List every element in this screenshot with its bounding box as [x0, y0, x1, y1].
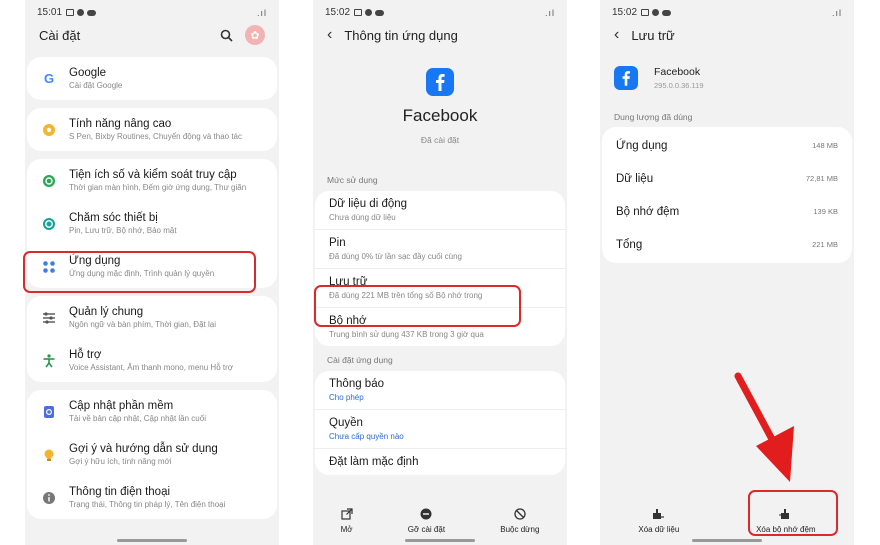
section-app-settings-label: Cài đặt ứng dụng [327, 355, 393, 365]
highlight-storage [314, 285, 521, 327]
status-icons [641, 9, 672, 16]
gallery-icon [641, 9, 650, 16]
messenger-icon [365, 9, 373, 16]
messenger-icon [77, 9, 85, 16]
status-icons [66, 9, 97, 16]
storage-row-data: Dữ liệu 72,81 MB [616, 172, 838, 185]
status-bar: 15:01 .ıl [25, 0, 279, 20]
highlight-apps [23, 251, 256, 293]
back-arrow-icon[interactable]: ‹ [327, 26, 332, 44]
update-icon [41, 404, 57, 420]
info-icon [41, 490, 57, 506]
uninstall-button[interactable]: Gỡ cài đặt [408, 508, 445, 534]
app-status: Đã cài đặt [420, 135, 460, 145]
signal-icon: .ıl [256, 7, 267, 18]
open-icon [340, 508, 353, 520]
gallery-icon [66, 9, 75, 16]
pointer-arrow [734, 372, 794, 482]
settings-header: Cài đặt ✿ [25, 20, 279, 50]
app-version: 295.0.0.36.119 [654, 81, 704, 90]
app-settings-card: Thông báo Cho phép Quyền Chưa cấp quyền nà… [315, 371, 565, 475]
app-name: Facebook [654, 66, 701, 78]
page-title: Cài đặt [39, 27, 81, 43]
sliders-icon [41, 310, 57, 326]
highlight-clear-cache [748, 490, 838, 536]
lightbulb-icon [41, 447, 57, 463]
messenger-icon [652, 9, 660, 16]
search-icon[interactable] [220, 29, 233, 42]
status-time: 15:01 [37, 7, 63, 18]
minus-circle-icon [420, 508, 432, 520]
cloud-icon [375, 9, 385, 16]
settings-item-general[interactable]: Quản lý chung Ngôn ngữ và bàn phím, Thời … [27, 296, 277, 339]
settings-group-advanced: Tính năng nâng cao S Pen, Bixby Routines,… [27, 108, 277, 151]
storage-row-cache: Bộ nhớ đệm 139 KB [616, 205, 838, 218]
settings-item-set-default[interactable]: Đặt làm mặc định [315, 449, 565, 475]
facebook-icon [426, 68, 454, 96]
usage-item-mobile-data[interactable]: Dữ liệu di động Chưa dùng dữ liệu [315, 191, 565, 230]
force-stop-button[interactable]: Buộc dừng [500, 508, 539, 534]
home-indicator [405, 539, 475, 542]
signal-icon: .ıl [544, 7, 555, 18]
accessibility-icon [41, 353, 57, 369]
settings-item-notifications[interactable]: Thông báo Cho phép [315, 371, 565, 410]
cloud-icon [87, 9, 97, 16]
status-bar: 15:02 .ıl [313, 0, 567, 20]
block-icon [514, 508, 526, 520]
status-icons [354, 9, 385, 16]
storage-screen: 15:02 .ıl ‹ Lưu trữ Facebook 295.0.0.36.… [600, 0, 854, 545]
status-bar: 15:02 .ıl [600, 0, 854, 20]
settings-item-google[interactable]: G Google Cài đặt Google [27, 57, 277, 100]
storage-app-summary: Facebook 295.0.0.36.119 [600, 50, 854, 90]
home-indicator [692, 539, 762, 542]
settings-group-google: G Google Cài đặt Google [27, 57, 277, 100]
storage-usage-card: Ứng dụng 148 MB Dữ liệu 72,81 MB Bộ nhớ đệ… [602, 127, 852, 263]
status-time: 15:02 [612, 7, 638, 18]
status-time: 15:02 [325, 7, 351, 18]
device-care-icon [41, 216, 57, 232]
gear-icon [41, 122, 57, 138]
storage-header: ‹ Lưu trữ [600, 20, 854, 50]
gallery-icon [354, 9, 363, 16]
settings-group-about: Cập nhật phần mềm Tải về bản cập nhật, Cậ… [27, 390, 277, 519]
open-button[interactable]: Mở [341, 508, 353, 534]
app-summary: Facebook Đã cài đặt [313, 50, 567, 145]
clear-data-icon [653, 509, 665, 519]
settings-item-permissions[interactable]: Quyền Chưa cấp quyền nào [315, 410, 565, 449]
section-usage-label: Mức sử dụng [327, 175, 378, 185]
page-title: Thông tin ứng dụng [344, 27, 458, 43]
settings-item-digital-wellbeing[interactable]: Tiện ích số và kiểm soát truy cập Thời gi… [27, 159, 277, 202]
settings-item-advanced[interactable]: Tính năng nâng cao S Pen, Bixby Routines,… [27, 108, 277, 151]
page-title: Lưu trữ [631, 27, 675, 43]
settings-item-accessibility[interactable]: Hỗ trợ Voice Assistant, Âm thanh mono, me… [27, 339, 277, 382]
facebook-icon [614, 66, 638, 90]
back-arrow-icon[interactable]: ‹ [614, 26, 619, 44]
app-name: Facebook [402, 106, 478, 125]
clear-data-button[interactable]: Xóa dữ liệu [638, 508, 679, 534]
settings-item-device-care[interactable]: Chăm sóc thiết bị Pin, Lưu trữ, Bộ nhớ, B… [27, 202, 277, 245]
app-info-screen: 15:02 .ıl ‹ Thông tin ứng dụng Facebook … [313, 0, 567, 545]
settings-item-about-phone[interactable]: Thông tin điện thoại Trạng thái, Thông ti… [27, 476, 277, 519]
settings-item-tips[interactable]: Gợi ý và hướng dẫn sử dụng Gợi ý hữu ích,… [27, 433, 277, 476]
home-indicator [117, 539, 187, 542]
app-info-bottom-bar: Mở Gỡ cài đặt Buộc dừng [313, 497, 567, 545]
app-info-header: ‹ Thông tin ứng dụng [313, 20, 567, 50]
storage-row-app: Ứng dụng 148 MB [616, 139, 838, 152]
signal-icon: .ıl [831, 7, 842, 18]
avatar[interactable]: ✿ [245, 25, 265, 45]
section-used-label: Dung lượng đã dùng [614, 112, 693, 122]
usage-item-battery[interactable]: Pin Đã dùng 0% từ lần sạc đầy cuối cùng [315, 230, 565, 269]
google-icon: G [43, 71, 55, 86]
cloud-icon [662, 9, 672, 16]
wellbeing-icon [41, 173, 57, 189]
settings-group-general: Quản lý chung Ngôn ngữ và bàn phím, Thời … [27, 296, 277, 382]
storage-row-total: Tổng 221 MB [616, 238, 838, 251]
settings-item-software-update[interactable]: Cập nhật phần mềm Tải về bản cập nhật, Cậ… [27, 390, 277, 433]
